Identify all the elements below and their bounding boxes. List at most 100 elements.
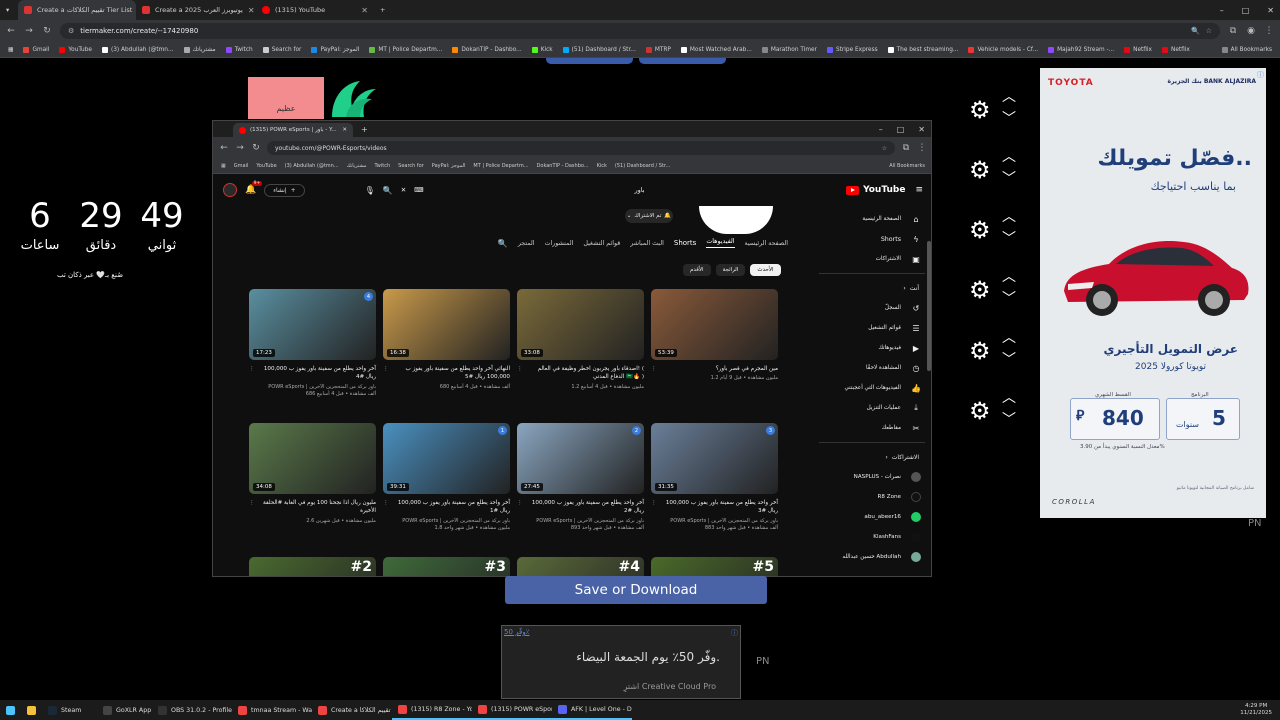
back-icon[interactable]: ← <box>219 143 229 153</box>
close-window-icon[interactable]: ✕ <box>918 125 925 134</box>
gear-icon[interactable]: ⚙ <box>969 158 991 182</box>
sidebar-item-shorts[interactable]: Shorts ϟ <box>813 229 931 249</box>
browser-tab[interactable]: (1315) YouTube ✕ <box>256 0 374 20</box>
extensions-icon[interactable]: ⧉ <box>1228 26 1238 36</box>
browser-tab[interactable]: Create a 2025 يوتيوبرز العرب ✕ <box>136 0 256 20</box>
sidebar-item-subscriptions[interactable]: الاشتراكات ▣ <box>813 249 931 269</box>
ad-link[interactable]: وفّر 50٪ <box>504 628 530 636</box>
video-card[interactable]: #5 <box>651 557 778 576</box>
avatar[interactable] <box>223 183 237 197</box>
sidebar-item-home[interactable]: الصفحة الرئيسية ⌂ <box>813 209 931 229</box>
chevron-up-icon[interactable]: ︿ <box>1002 210 1016 224</box>
save-or-download-button[interactable]: Save or Download <box>505 576 767 604</box>
back-icon[interactable]: ← <box>6 26 16 36</box>
video-card[interactable]: 53:39 ⋮ مين المجرم في قصر باور؟ 1.2 مليون م… <box>651 289 778 383</box>
bookmark-item[interactable]: (51) Dashboard / Str... <box>562 46 636 53</box>
start-button[interactable] <box>0 700 21 720</box>
video-thumbnail[interactable]: 31:35 3 <box>651 423 778 494</box>
sidebar-item-downloads[interactable]: عمليات التنزيل ⤓ <box>813 398 931 418</box>
search-icon[interactable]: 🔍 <box>383 186 393 195</box>
chevron-down-icon[interactable]: ﹀ <box>1002 353 1016 367</box>
bookmark-item[interactable]: YouTube <box>59 46 92 53</box>
profile-icon[interactable]: ◉ <box>1246 26 1256 36</box>
gear-icon[interactable]: ⚙ <box>969 218 991 242</box>
bookmark-item[interactable]: Kick <box>597 163 607 169</box>
bookmark-item[interactable]: Marathon Timer <box>761 46 817 53</box>
close-tab-icon[interactable]: ✕ <box>361 6 368 15</box>
tab-live[interactable]: البث المباشر <box>630 240 664 247</box>
maximize-icon[interactable]: □ <box>1242 6 1250 15</box>
bookmark-item[interactable]: DokanTIP - Dashbo... <box>537 163 589 169</box>
chevron-down-icon[interactable]: ﹀ <box>1002 292 1016 306</box>
video-thumbnail[interactable]: 16:38 <box>383 289 510 360</box>
more-actions-icon[interactable]: ⋮ <box>651 499 657 507</box>
video-title[interactable]: ⋮ آخر واحد يطلع من سفينة باور يفوز ب 100,… <box>517 499 644 516</box>
apps-icon[interactable]: ▦ <box>221 163 226 169</box>
gear-icon[interactable]: ⚙ <box>969 278 991 302</box>
close-window-icon[interactable]: ✕ <box>1267 6 1274 15</box>
create-button[interactable]: إنشاء + <box>264 183 305 197</box>
more-actions-icon[interactable]: ⋮ <box>383 365 389 373</box>
address-bar[interactable]: ⚙ tiermaker.com/create/--17420980 🔍 ☆ <box>60 23 1220 39</box>
video-channel[interactable]: POWR eSports | باور بركة من المتحجزين ال… <box>383 518 510 526</box>
video-thumbnail[interactable]: 17:23 4 <box>249 289 376 360</box>
video-title[interactable]: ⋮ مليون ريال اذا نجحنا 100 يوم في الغابة … <box>249 499 376 516</box>
mic-icon[interactable]: 🎙 <box>365 186 375 195</box>
bookmark-star-icon[interactable]: ☆ <box>882 145 887 152</box>
bottom-ad[interactable]: وفّر 50٪ ⓘ وفّر 50٪ يوم الجمعة البيضاء. … <box>501 625 741 699</box>
menu-icon[interactable]: ⋮ <box>917 143 927 153</box>
video-thumbnail[interactable]: 27:45 2 <box>517 423 644 494</box>
tier-item-logo[interactable] <box>326 77 382 119</box>
video-card[interactable]: 27:45 2 ⋮ آخر واحد يطلع من سفينة باور يفوز … <box>517 423 644 533</box>
tier-label[interactable]: عظيم <box>248 77 324 119</box>
reload-icon[interactable]: ↻ <box>42 26 52 36</box>
video-card[interactable]: 16:38 ⋮ النهائي آخر واحد يطلع من سفينة باو… <box>383 289 510 391</box>
search-input[interactable]: باور <box>432 186 655 194</box>
bookmark-item[interactable]: DokanTIP - Dashbo... <box>452 46 522 53</box>
chevron-up-icon[interactable]: ︿ <box>1002 391 1016 405</box>
bookmark-item[interactable]: Search for <box>398 163 424 169</box>
video-card[interactable]: 31:35 3 ⋮ آخر واحد يطلع من سفينة باور يفوز … <box>651 423 778 533</box>
ad-info-icon[interactable]: ⓘ <box>1257 70 1264 80</box>
close-tab-icon[interactable]: ✕ <box>248 6 255 15</box>
tab-store[interactable]: المتجر <box>518 240 535 247</box>
menu-icon[interactable]: ⋮ <box>1264 26 1274 36</box>
more-actions-icon[interactable]: ⋮ <box>249 499 255 507</box>
chevron-down-icon[interactable]: ﹀ <box>1002 413 1016 427</box>
bookmark-item[interactable]: Stripe Express <box>826 46 878 53</box>
chevron-up-icon[interactable]: ︿ <box>1002 331 1016 345</box>
scrollbar-thumb[interactable] <box>927 241 931 371</box>
tab-playlists[interactable]: قوائم التشغيل <box>583 240 620 247</box>
bookmark-item[interactable]: MT | Police Departm... <box>473 163 528 169</box>
video-thumbnail[interactable]: #2 <box>249 557 376 576</box>
tab-shorts[interactable]: Shorts <box>674 239 696 247</box>
all-bookmarks[interactable]: All Bookmarks <box>1221 46 1272 53</box>
video-thumbnail[interactable]: 33:08 <box>517 289 644 360</box>
notifications-icon[interactable]: 🔔 9+ <box>245 181 263 195</box>
sidebar-item-clips[interactable]: مقاطعك ✂ <box>813 418 931 438</box>
chevron-up-icon[interactable]: ︿ <box>1002 90 1016 104</box>
chip-latest[interactable]: الأحدث <box>750 264 781 276</box>
taskbar-app[interactable]: (1315) R8 Zone - Yo... <box>392 700 472 720</box>
taskbar-app[interactable]: Create a تقييم الكلاكا <box>312 700 392 720</box>
apps-icon[interactable]: ▦ <box>8 47 13 53</box>
taskbar-app[interactable]: AFK | Level One - D... <box>552 700 632 720</box>
bookmark-item[interactable]: (3) Abdullah (@tmn... <box>101 46 174 53</box>
video-thumbnail[interactable]: 39:31 1 <box>383 423 510 494</box>
bookmark-item[interactable]: Netflix <box>1124 46 1152 53</box>
sidebar-item-watch-later[interactable]: المشاهدة لاحقًا ◷ <box>813 358 931 378</box>
youtube-logo[interactable]: YouTube ≡ <box>846 185 923 195</box>
video-title[interactable]: ⋮ اصدقاء باور يجربون اخطر وظيفة في العالم… <box>517 365 644 382</box>
system-clock[interactable]: 4:29 PM 11/21/2025 <box>1232 703 1280 717</box>
bookmark-item[interactable]: Twitch <box>225 46 253 53</box>
video-title[interactable]: ⋮ آخر واحد يطلع من سفينة باور يفوز ب 100,… <box>651 499 778 516</box>
taskbar-app[interactable]: OBS 31.0.2 - Profile:... <box>152 700 232 720</box>
browser-tab[interactable]: Create a تقييم الكلاكات Tier List ✕ <box>18 0 136 20</box>
video-card[interactable]: 33:08 ⋮ اصدقاء باور يجربون اخطر وظيفة في ا… <box>517 289 644 391</box>
bookmark-item[interactable]: MT | Police Departm... <box>369 46 442 53</box>
chevron-up-icon[interactable]: ︿ <box>1002 270 1016 284</box>
new-tab-button[interactable]: + <box>374 0 391 20</box>
bookmark-item[interactable]: PayPal: الموجز <box>311 46 359 53</box>
sidebar-item-playlists[interactable]: قوائم التشغيل ☰ <box>813 318 931 338</box>
bookmark-item[interactable]: Gmail <box>23 46 49 53</box>
